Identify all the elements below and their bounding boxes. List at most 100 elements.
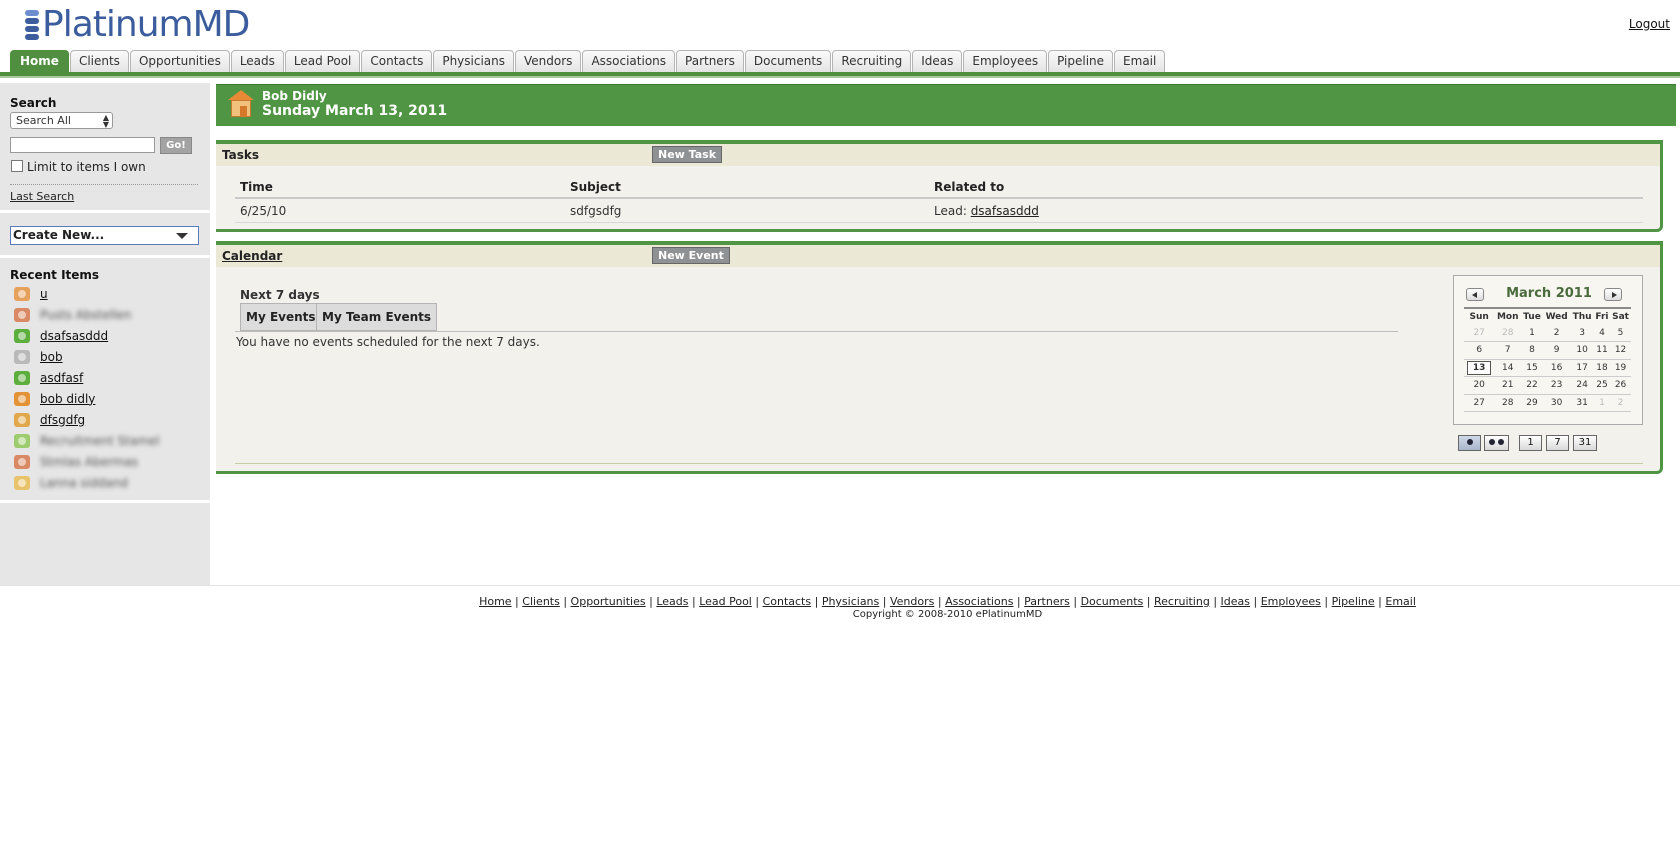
calendar-day[interactable]: 7	[1494, 341, 1522, 360]
month-view-button[interactable]: 31	[1573, 435, 1597, 451]
footer-link-documents[interactable]: Documents	[1081, 595, 1144, 608]
search-input[interactable]	[10, 137, 155, 153]
tab-contacts[interactable]: Contacts	[361, 50, 433, 72]
create-new-dropdown[interactable]: Create New...	[10, 226, 199, 245]
calendar-day[interactable]: 28	[1494, 324, 1522, 342]
recent-item-link[interactable]: u	[40, 287, 48, 301]
tab-physicians[interactable]: Physicians	[433, 50, 515, 72]
footer-link-associations[interactable]: Associations	[945, 595, 1013, 608]
footer-link-vendors[interactable]: Vendors	[890, 595, 934, 608]
calendar-day[interactable]: 4	[1593, 324, 1611, 342]
my-calendar-view-button[interactable]	[1458, 435, 1481, 451]
calendar-day-today[interactable]: 13	[1464, 359, 1495, 377]
logout-link[interactable]: Logout	[1629, 17, 1670, 31]
calendar-day[interactable]: 15	[1521, 359, 1543, 377]
calendar-day[interactable]: 8	[1521, 341, 1543, 360]
calendar-day[interactable]: 27	[1464, 324, 1495, 342]
calendar-day[interactable]: 22	[1521, 376, 1543, 395]
search-scope-select[interactable]: Search All ▲ ▼	[10, 112, 113, 129]
calendar-day[interactable]: 31	[1570, 394, 1594, 412]
tab-vendors[interactable]: Vendors	[515, 50, 582, 72]
tab-associations[interactable]: Associations	[582, 50, 676, 72]
footer-link-clients[interactable]: Clients	[522, 595, 560, 608]
footer-link-pipeline[interactable]: Pipeline	[1332, 595, 1375, 608]
footer-link-home[interactable]: Home	[479, 595, 511, 608]
calendar-title-link[interactable]: Calendar	[222, 249, 282, 263]
recent-item-link[interactable]: Stmlas Abermas	[40, 455, 138, 469]
calendar-day[interactable]: 2	[1542, 324, 1571, 342]
footer-link-lead-pool[interactable]: Lead Pool	[699, 595, 752, 608]
tab-opportunities[interactable]: Opportunities	[129, 50, 230, 72]
recent-item-link[interactable]: asdfasf	[40, 371, 83, 385]
tab-clients[interactable]: Clients	[69, 50, 129, 72]
recent-item-link[interactable]: bob	[40, 350, 63, 364]
week-view-button[interactable]: 7	[1546, 435, 1569, 451]
recent-item-link[interactable]: Recruitment Stamel	[40, 434, 160, 448]
recent-item-link[interactable]: dfsgdfg	[40, 413, 85, 427]
calendar-day[interactable]: 11	[1593, 341, 1611, 360]
go-button[interactable]: Go!	[160, 137, 192, 154]
calendar-day[interactable]: 1	[1521, 324, 1543, 342]
footer-link-contacts[interactable]: Contacts	[763, 595, 812, 608]
footer-link-leads[interactable]: Leads	[656, 595, 688, 608]
day-view-button[interactable]: 1	[1519, 435, 1542, 451]
calendar-day[interactable]: 9	[1542, 341, 1571, 360]
calendar-day[interactable]: 20	[1464, 376, 1495, 395]
calendar-day[interactable]: 16	[1542, 359, 1571, 377]
arrow-right-icon	[1612, 292, 1617, 298]
footer-link-partners[interactable]: Partners	[1024, 595, 1070, 608]
recent-item-link[interactable]: Lanna siddand	[40, 476, 128, 490]
document-icon	[14, 433, 30, 448]
calendar-day[interactable]: 1	[1593, 394, 1611, 412]
footer-link-employees[interactable]: Employees	[1261, 595, 1321, 608]
tab-lead-pool[interactable]: Lead Pool	[284, 50, 361, 72]
footer-link-physicians[interactable]: Physicians	[822, 595, 879, 608]
calendar-day[interactable]: 25	[1593, 376, 1611, 395]
footer-link-email[interactable]: Email	[1385, 595, 1416, 608]
tab-email[interactable]: Email	[1114, 50, 1166, 72]
event-tabs-underline	[235, 331, 1398, 332]
calendar-day[interactable]: 5	[1610, 324, 1631, 342]
tab-employees[interactable]: Employees	[963, 50, 1048, 72]
calendar-day[interactable]: 10	[1570, 341, 1594, 360]
calendar-day[interactable]: 28	[1494, 394, 1522, 412]
tab-ideas[interactable]: Ideas	[912, 50, 963, 72]
team-calendar-view-button[interactable]	[1484, 435, 1509, 451]
new-event-button[interactable]: New Event	[652, 247, 730, 264]
tab-home[interactable]: Home	[10, 50, 69, 72]
calendar-day[interactable]: 17	[1570, 359, 1594, 377]
recent-item-link[interactable]: bob didly	[40, 392, 95, 406]
next-month-button[interactable]	[1604, 288, 1622, 301]
calendar-day[interactable]: 12	[1610, 341, 1631, 360]
tab-my-events[interactable]: My Events	[240, 303, 322, 331]
footer-link-recruiting[interactable]: Recruiting	[1154, 595, 1210, 608]
calendar-day[interactable]: 21	[1494, 376, 1522, 395]
related-lead-link[interactable]: dsafsasddd	[971, 204, 1039, 218]
calendar-day[interactable]: 6	[1464, 341, 1495, 360]
tab-leads[interactable]: Leads	[230, 50, 284, 72]
tab-documents[interactable]: Documents	[744, 50, 832, 72]
calendar-day[interactable]: 3	[1570, 324, 1594, 342]
calendar-day[interactable]: 23	[1542, 376, 1571, 395]
employee-icon	[14, 391, 30, 406]
tab-pipeline[interactable]: Pipeline	[1048, 50, 1114, 72]
calendar-day[interactable]: 19	[1610, 359, 1631, 377]
limit-to-owned-checkbox[interactable]	[11, 160, 23, 172]
tab-partners[interactable]: Partners	[676, 50, 744, 72]
recent-item-link[interactable]: Pusts Abstellen	[40, 308, 131, 322]
tab-my-team-events[interactable]: My Team Events	[316, 303, 438, 331]
tab-recruiting[interactable]: Recruiting	[832, 50, 912, 72]
calendar-day[interactable]: 29	[1521, 394, 1543, 412]
footer-link-opportunities[interactable]: Opportunities	[571, 595, 646, 608]
calendar-day[interactable]: 30	[1542, 394, 1571, 412]
last-search-link[interactable]: Last Search	[10, 190, 74, 203]
calendar-day[interactable]: 24	[1570, 376, 1594, 395]
calendar-day[interactable]: 14	[1494, 359, 1522, 377]
footer-link-ideas[interactable]: Ideas	[1221, 595, 1250, 608]
recent-item-link[interactable]: dsafsasddd	[40, 329, 108, 343]
calendar-day[interactable]: 26	[1610, 376, 1631, 395]
calendar-day[interactable]: 18	[1593, 359, 1611, 377]
new-task-button[interactable]: New Task	[652, 146, 723, 163]
calendar-day[interactable]: 27	[1464, 394, 1495, 412]
calendar-day[interactable]: 2	[1610, 394, 1631, 412]
